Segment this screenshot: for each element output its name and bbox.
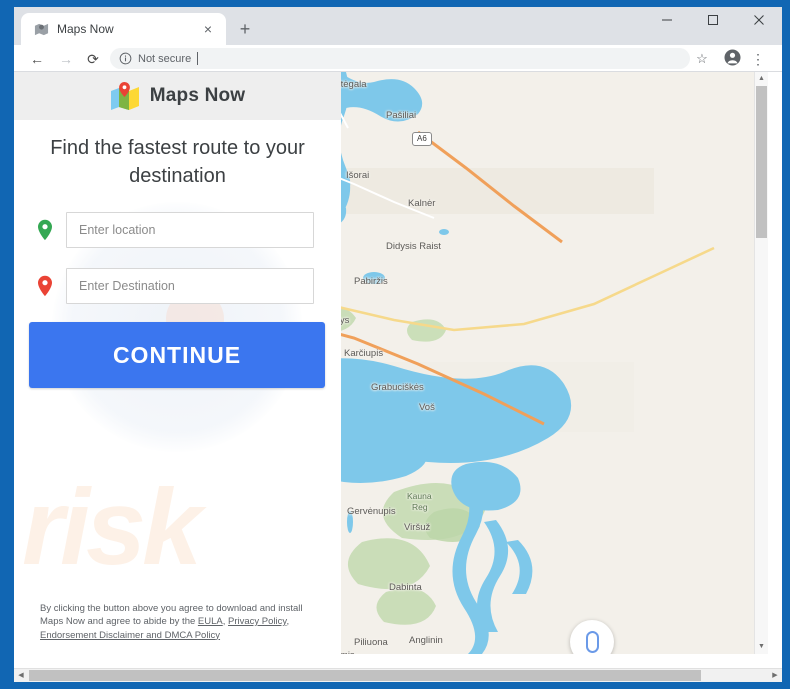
tab-close-icon[interactable]: × <box>200 21 216 37</box>
browser-toolbar: ← → ⟳ Not secure ☆ ⋮ <box>14 45 782 72</box>
browser-titlebar: Maps Now × + <box>14 7 782 45</box>
person-icon <box>724 49 740 66</box>
legal-sep-2: , <box>286 616 290 627</box>
risk-watermark: risk <box>22 466 202 587</box>
legal-line-1: By clicking the button above you agree t… <box>40 602 303 614</box>
maps-now-favicon <box>34 23 49 36</box>
page-viewport: PakalniškiaiBatėgalaKekštynėBarsuniškiai… <box>14 72 782 668</box>
legal-disclaimer: By clicking the button above you agree t… <box>40 602 322 643</box>
scrollbar-thumb[interactable] <box>756 86 767 238</box>
minimize-icon <box>662 19 672 21</box>
location-input[interactable] <box>66 212 314 248</box>
page-horizontal-scrollbar[interactable]: ◀ ▶ <box>14 668 782 682</box>
green-map-pin-icon <box>38 219 52 241</box>
scroll-down-arrow-icon[interactable]: ▼ <box>755 640 768 654</box>
window-minimize-button[interactable] <box>644 7 690 37</box>
chrome-menu-icon[interactable]: ⋮ <box>748 49 768 69</box>
horizontal-scrollbar-thumb[interactable] <box>29 670 701 681</box>
scroll-up-arrow-icon[interactable]: ▲ <box>755 72 768 86</box>
address-bar[interactable]: Not secure <box>110 48 690 69</box>
security-status-text: Not secure <box>138 52 192 65</box>
brand-name: Maps Now <box>149 85 246 106</box>
reload-icon[interactable]: ⟳ <box>83 49 103 69</box>
eula-link[interactable]: EULA <box>198 616 223 627</box>
map-vertical-scrollbar[interactable]: ▲ ▼ <box>754 72 768 654</box>
scroll-left-arrow-icon[interactable]: ◀ <box>14 669 28 682</box>
new-tab-button[interactable]: + <box>234 19 256 41</box>
tab-title: Maps Now <box>57 22 114 36</box>
destination-input[interactable] <box>66 268 314 304</box>
panel-header: Maps Now <box>14 72 341 120</box>
browser-tab[interactable]: Maps Now × <box>21 13 226 45</box>
window-maximize-button[interactable] <box>690 7 736 37</box>
forward-icon[interactable]: → <box>56 49 76 69</box>
profile-avatar-icon[interactable] <box>722 49 742 69</box>
legal-line-2-prefix: Maps Now and agree to abide by the <box>40 616 198 627</box>
back-icon[interactable]: ← <box>27 49 47 69</box>
close-icon <box>754 15 764 25</box>
red-map-pin-icon <box>38 275 52 297</box>
url-text-caret <box>197 52 199 65</box>
bookmark-star-icon[interactable]: ☆ <box>692 49 712 69</box>
window-close-button[interactable] <box>736 7 782 37</box>
info-circle-icon <box>119 52 132 65</box>
maps-now-logo-icon <box>110 82 139 110</box>
scroll-right-arrow-icon[interactable]: ▶ <box>768 669 782 682</box>
privacy-policy-link[interactable]: Privacy Policy <box>228 616 286 627</box>
destination-field-row <box>36 268 326 304</box>
endorsement-dmca-link[interactable]: Endorsement Disclaimer and DMCA Policy <box>40 630 220 641</box>
continue-button[interactable]: CONTINUE <box>29 322 325 388</box>
location-field-row <box>36 212 326 248</box>
maximize-icon <box>708 15 718 25</box>
offer-panel: risk Maps Now Find the fastest route to … <box>14 72 341 654</box>
panel-headline: Find the fastest route to your destinati… <box>50 137 305 187</box>
spinner-icon <box>585 631 599 653</box>
browser-window: Maps Now × + ← → ⟳ Not secure ☆ ⋮ Batėga… <box>0 0 790 689</box>
